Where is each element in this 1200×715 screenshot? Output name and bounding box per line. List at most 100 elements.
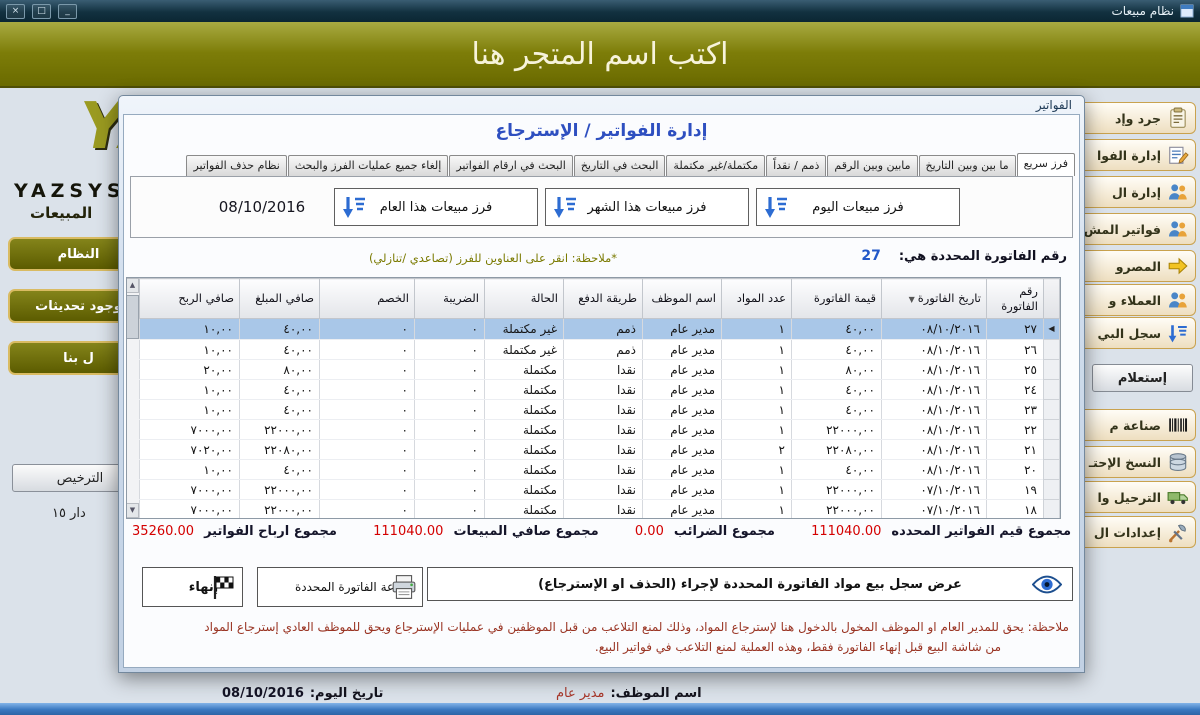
column-header[interactable]: الخصم xyxy=(320,279,415,319)
column-header[interactable]: صافي المبلغ xyxy=(240,279,320,319)
cell: ٧٠٠٠,٠٠ xyxy=(140,500,240,520)
tab[interactable]: نظام حذف الفواتير xyxy=(186,155,286,176)
cell: ٧٠٢٠,٠٠ xyxy=(140,440,240,460)
column-header[interactable]: عدد المواد xyxy=(722,279,792,319)
grid-scrollbar[interactable]: ▲ ▼ xyxy=(126,278,139,518)
column-header[interactable]: طريقة الدفع xyxy=(564,279,643,319)
cell: مكتملة xyxy=(485,420,564,440)
tab[interactable]: البحث في التاريخ xyxy=(574,155,666,176)
total-label: مجموع ارباح الفواتير xyxy=(204,524,337,539)
cell: ٠ xyxy=(415,340,485,360)
row-indicator xyxy=(1044,440,1060,460)
titlebar: × □ _ نظام مبيعات xyxy=(0,0,1200,22)
column-header[interactable]: الضريبة xyxy=(415,279,485,319)
cell: ٨٠,٠٠ xyxy=(240,360,320,380)
invoice-row[interactable]: ٢٦٠٨/١٠/٢٠١٦٤٠,٠٠١مدير عامذممغير مكتملة٠… xyxy=(140,340,1060,360)
cell: مكتملة xyxy=(485,500,564,520)
total-label: مجموع قيم الفواتير المحدده xyxy=(891,524,1071,539)
sort-today-label: فرز مبيعات اليوم xyxy=(812,200,903,215)
tab[interactable]: مابين وبين الرقم xyxy=(827,155,917,176)
dialog-title: الفواتير xyxy=(1036,98,1072,112)
cell: غير مكتملة xyxy=(485,319,564,340)
view-invoice-log-button[interactable]: عرض سجل بيع مواد الفاتورة المحددة لإجراء… xyxy=(427,567,1073,601)
sidebar-item-label: سجل البي xyxy=(1097,326,1161,341)
cell: ٢٢٠٠٠,٠٠ xyxy=(792,500,882,520)
app-icon xyxy=(1180,4,1194,18)
invoice-row[interactable]: ١٨٠٧/١٠/٢٠١٦٢٢٠٠٠,٠٠١مدير عامنقدامكتملة٠… xyxy=(140,500,1060,520)
invoice-row[interactable]: ٢٤٠٨/١٠/٢٠١٦٤٠,٠٠١مدير عامنقدامكتملة٠٠٤٠… xyxy=(140,380,1060,400)
cell: نقدا xyxy=(564,380,643,400)
row-indicator xyxy=(1044,340,1060,360)
sidebar-item-label: النسخ الإحتـ xyxy=(1089,455,1161,470)
invoice-row[interactable]: ١٩٠٧/١٠/٢٠١٦٢٢٠٠٠,٠٠١مدير عامنقدامكتملة٠… xyxy=(140,480,1060,500)
cell: ٤٠,٠٠ xyxy=(792,400,882,420)
sort-arrow-icon: ▼ xyxy=(909,295,915,304)
minimize-button[interactable]: _ xyxy=(58,4,77,19)
row-indicator xyxy=(1044,420,1060,440)
selected-invoice-number: 27 xyxy=(861,248,880,264)
tab[interactable]: ما بين وبين التاريخ xyxy=(919,155,1016,176)
purchases-icon xyxy=(1167,218,1189,240)
scroll-up-icon[interactable]: ▲ xyxy=(126,278,139,293)
bottom-bar xyxy=(0,703,1200,715)
invoice-row[interactable]: ◀٢٧٠٨/١٠/٢٠١٦٤٠,٠٠١مدير عامذممغير مكتملة… xyxy=(140,319,1060,340)
scroll-thumb[interactable] xyxy=(126,295,139,339)
sort-filter-icon xyxy=(763,194,789,220)
close-button[interactable]: × xyxy=(6,4,25,19)
tab[interactable]: ذمم / نقداً xyxy=(766,155,826,176)
row-indicator xyxy=(1044,500,1060,520)
sort-year-button[interactable]: فرز مبيعات هذا العام xyxy=(334,188,538,226)
sort-today-button[interactable]: فرز مبيعات اليوم xyxy=(756,188,960,226)
application-window: ×□_ نظام مبيعات اكتب اسم المتجر هنا YA Y… xyxy=(0,0,1200,715)
tab[interactable]: فرز سريع xyxy=(1017,153,1075,176)
logo-text: YAZSYS xyxy=(14,180,126,202)
cell: ٤٠,٠٠ xyxy=(792,460,882,480)
cell: ٠ xyxy=(320,460,415,480)
sort-month-button[interactable]: فرز مبيعات هذا الشهر xyxy=(545,188,749,226)
cell: مدير عام xyxy=(643,400,722,420)
store-name-text: اكتب اسم المتجر هنا xyxy=(472,37,729,72)
finish-button[interactable]: إنهاء xyxy=(142,567,243,607)
column-header[interactable]: تاريخ الفاتورة▼ xyxy=(882,279,987,319)
invoice-table: رقم الفاتورةتاريخ الفاتورة▼قيمة الفاتورة… xyxy=(139,278,1060,519)
tab[interactable]: إلغاء جميع عمليات الفرز والبحث xyxy=(288,155,448,176)
cell: ٠٧/١٠/٢٠١٦ xyxy=(882,480,987,500)
invoice-row[interactable]: ٢٠٠٨/١٠/٢٠١٦٤٠,٠٠١مدير عامنقدامكتملة٠٠٤٠… xyxy=(140,460,1060,480)
column-header[interactable]: رقم الفاتورة xyxy=(987,279,1044,319)
invoice-row[interactable]: ٢٥٠٨/١٠/٢٠١٦٨٠,٠٠١مدير عامنقدامكتملة٠٠٨٠… xyxy=(140,360,1060,380)
cell: مدير عام xyxy=(643,360,722,380)
dialog-note: ملاحظة: يحق للمدير العام او الموظف المخو… xyxy=(134,618,1069,658)
print-invoice-button[interactable]: طباعة الفاتورة المحددة xyxy=(257,567,423,607)
cell: ٤٠,٠٠ xyxy=(240,319,320,340)
cell: ٢٢ xyxy=(987,420,1044,440)
invoice-row[interactable]: ٢٢٠٨/١٠/٢٠١٦٢٢٠٠٠,٠٠١مدير عامنقدامكتملة٠… xyxy=(140,420,1060,440)
sort-filter-icon xyxy=(552,194,578,220)
tab[interactable]: البحث في ارقام الفواتير xyxy=(449,155,573,176)
cell: ٠ xyxy=(320,400,415,420)
cell: ١ xyxy=(722,340,792,360)
invoice-row[interactable]: ٢٣٠٨/١٠/٢٠١٦٤٠,٠٠١مدير عامنقدامكتملة٠٠٤٠… xyxy=(140,400,1060,420)
invoice-row[interactable]: ٢١٠٨/١٠/٢٠١٦٢٢٠٨٠,٠٠٢مدير عامنقدامكتملة٠… xyxy=(140,440,1060,460)
total-group: مجموع صافي المبيعات111040.00 xyxy=(373,524,599,539)
cell: ذمم xyxy=(564,319,643,340)
query-button[interactable]: إستعلام xyxy=(1092,364,1193,392)
column-header[interactable]: الحالة xyxy=(485,279,564,319)
sort-filter-icon xyxy=(341,194,367,220)
maximize-button[interactable]: □ xyxy=(32,4,51,19)
column-header[interactable]: صافي الربح xyxy=(140,279,240,319)
cell: ٠ xyxy=(415,440,485,460)
cell: ١٠,٠٠ xyxy=(140,400,240,420)
scroll-down-icon[interactable]: ▼ xyxy=(126,503,139,518)
cell: مدير عام xyxy=(643,420,722,440)
note-line-1: ملاحظة: يحق للمدير العام او الموظف المخو… xyxy=(134,618,1069,638)
sort-month-label: فرز مبيعات هذا الشهر xyxy=(588,200,707,215)
cell: ٠٨/١٠/٢٠١٦ xyxy=(882,460,987,480)
customers-icon xyxy=(1167,289,1189,311)
column-header[interactable]: قيمة الفاتورة xyxy=(792,279,882,319)
users-icon xyxy=(1167,181,1189,203)
tab[interactable]: مكتملة/غير مكتملة xyxy=(666,155,765,176)
cell: ١ xyxy=(722,500,792,520)
app-title-text: نظام مبيعات xyxy=(1112,4,1175,18)
cell: ٠٨/١٠/٢٠١٦ xyxy=(882,400,987,420)
column-header[interactable]: اسم الموظف xyxy=(643,279,722,319)
